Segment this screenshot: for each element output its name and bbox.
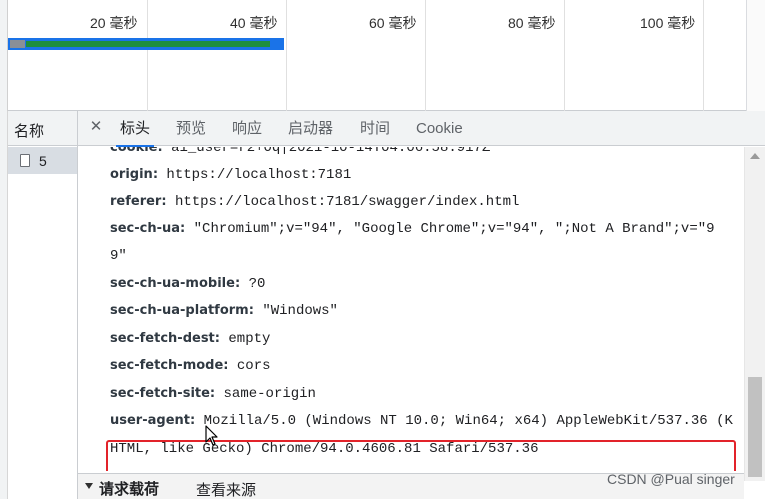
header-row: sec-ch-ua: "Chromium";v="94", "Google Ch… xyxy=(110,221,715,237)
timeline-tick-label: 100 毫秒 xyxy=(640,15,696,31)
request-headers-list: cookie: ai_user=r2+0q|2021-10-14T04:06:5… xyxy=(78,147,744,471)
watermark: CSDN @Pual singer xyxy=(607,471,735,487)
header-value[interactable]: 9" xyxy=(110,248,127,264)
collapse-triangle-icon[interactable] xyxy=(85,483,93,489)
header-name: sec-fetch-dest: xyxy=(110,331,220,346)
header-name: sec-ch-ua-platform: xyxy=(110,303,254,318)
header-value[interactable]: https://localhost:7181/swagger/index.htm… xyxy=(175,194,519,210)
mouse-cursor-icon xyxy=(205,425,218,446)
header-name: sec-fetch-mode: xyxy=(110,358,229,373)
timeline-gridline xyxy=(703,0,704,111)
timeline-right-edge xyxy=(746,0,765,111)
header-row: sec-fetch-mode: cors xyxy=(110,358,271,374)
details-tabbar: ✕ 标头 预览 响应 启动器 时间 Cookie xyxy=(78,111,765,147)
header-name: sec-fetch-site: xyxy=(110,386,216,401)
timeline-overview[interactable]: 20 毫秒 40 毫秒 60 毫秒 80 毫秒 100 毫秒 xyxy=(0,0,765,111)
timeline-tick-label: 60 毫秒 xyxy=(369,15,417,31)
header-value[interactable]: https://localhost:7181 xyxy=(166,167,351,183)
view-source-link[interactable]: 查看来源 xyxy=(196,479,256,499)
header-row: cookie: ai_user=r2+0q|2021-10-14T04:06:5… xyxy=(110,147,490,156)
name-column-header[interactable]: 名称 xyxy=(8,111,77,146)
header-name: cookie: xyxy=(110,147,163,155)
waterfall-content-download xyxy=(26,41,270,47)
waterfall-queueing xyxy=(10,40,25,48)
requests-gutter xyxy=(0,111,8,499)
timeline-gridline xyxy=(564,0,565,111)
tab-cookies[interactable]: Cookie xyxy=(416,111,463,146)
request-name: 5 xyxy=(39,152,47,169)
payload-section-title[interactable]: 请求载荷 xyxy=(99,478,159,499)
header-row: referer: https://localhost:7181/swagger/… xyxy=(110,194,519,210)
header-value[interactable]: Mozilla/5.0 (Windows NT 10.0; Win64; x64… xyxy=(204,413,733,429)
timeline-left-edge xyxy=(0,0,8,111)
request-row[interactable]: 5 xyxy=(8,147,77,174)
header-name: sec-ch-ua-mobile: xyxy=(110,276,241,291)
header-value[interactable]: "Windows" xyxy=(262,303,338,319)
header-name: origin: xyxy=(110,167,159,182)
header-value[interactable]: same-origin xyxy=(224,386,316,402)
header-value[interactable]: empty xyxy=(228,331,270,347)
tab-initiator[interactable]: 启动器 xyxy=(288,111,333,146)
header-value[interactable]: ?0 xyxy=(249,276,266,292)
timeline-gridline xyxy=(425,0,426,111)
tab-timing[interactable]: 时间 xyxy=(360,111,390,146)
header-row: user-agent: Mozilla/5.0 (Windows NT 10.0… xyxy=(110,413,733,429)
header-name: referer: xyxy=(110,194,167,209)
header-value[interactable]: ai_user=r2+0q|2021-10-14T04:06:58.917Z xyxy=(171,147,490,156)
timeline-tick-label: 40 毫秒 xyxy=(230,15,278,31)
header-name: sec-ch-ua: xyxy=(110,221,186,236)
tab-response[interactable]: 响应 xyxy=(232,111,262,146)
header-value-continuation: 9" xyxy=(110,248,127,264)
timeline-gridline xyxy=(286,0,287,111)
user-agent-highlight-box xyxy=(106,440,736,471)
header-value[interactable]: cors xyxy=(237,358,271,374)
header-row: sec-ch-ua-platform: "Windows" xyxy=(110,303,338,319)
close-icon[interactable]: ✕ xyxy=(87,118,105,136)
document-icon xyxy=(20,154,30,167)
timeline-tick-label: 80 毫秒 xyxy=(508,15,556,31)
header-row: sec-ch-ua-mobile: ?0 xyxy=(110,276,265,292)
header-row: sec-fetch-site: same-origin xyxy=(110,386,316,402)
header-row: sec-fetch-dest: empty xyxy=(110,331,270,347)
header-row: origin: https://localhost:7181 xyxy=(110,167,351,183)
timeline-gridline xyxy=(147,0,148,111)
tab-preview[interactable]: 预览 xyxy=(176,111,206,146)
timeline-tick-label: 20 毫秒 xyxy=(90,15,138,31)
header-name: user-agent: xyxy=(110,413,196,428)
scrollbar-thumb[interactable] xyxy=(748,377,762,477)
scroll-up-arrow-icon[interactable] xyxy=(750,153,760,159)
headers-scrollbar[interactable] xyxy=(744,147,765,481)
request-details: ✕ 标头 预览 响应 启动器 时间 Cookie cookie: ai_user… xyxy=(78,111,765,499)
header-value[interactable]: "Chromium";v="94", "Google Chrome";v="94… xyxy=(194,221,715,237)
tab-headers[interactable]: 标头 xyxy=(115,111,155,147)
requests-list: 名称 5 xyxy=(0,111,78,499)
